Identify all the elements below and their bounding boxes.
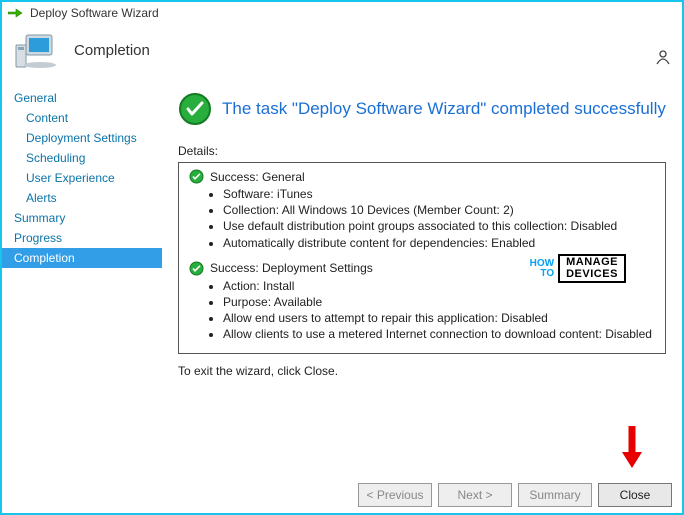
section-heading: Success: Deployment Settings xyxy=(210,261,373,275)
sidebar-item-completion[interactable]: Completion xyxy=(2,248,162,268)
check-icon xyxy=(189,261,204,276)
sidebar-item-content[interactable]: Content xyxy=(2,108,162,128)
details-box[interactable]: Success: General Software: iTunes Collec… xyxy=(178,162,666,354)
section-heading: Success: Application Settings (retrieved… xyxy=(210,353,610,354)
detail-item: Action: Install xyxy=(223,278,655,294)
sidebar-item-alerts[interactable]: Alerts xyxy=(2,188,162,208)
check-icon xyxy=(189,353,204,355)
detail-item: Collection: All Windows 10 Devices (Memb… xyxy=(223,202,655,218)
sidebar-item-user-experience[interactable]: User Experience xyxy=(2,168,162,188)
success-check-icon xyxy=(178,92,212,126)
sidebar-item-deployment-settings[interactable]: Deployment Settings xyxy=(2,128,162,148)
window-title: Deploy Software Wizard xyxy=(30,6,159,20)
wizard-sidebar: General Content Deployment Settings Sche… xyxy=(2,78,162,476)
detail-item: Allow clients to use a metered Internet … xyxy=(223,326,655,342)
details-section-application: Success: Application Settings (retrieved… xyxy=(189,353,655,355)
sidebar-item-summary[interactable]: Summary xyxy=(2,208,162,228)
check-icon xyxy=(189,169,204,184)
detail-item: Purpose: Available xyxy=(223,294,655,310)
section-heading: Success: General xyxy=(210,170,305,184)
red-arrow-annotation xyxy=(620,424,644,473)
page-title: Completion xyxy=(74,42,150,59)
previous-button: < Previous xyxy=(358,483,432,507)
detail-item: Allow end users to attempt to repair thi… xyxy=(223,310,655,326)
exit-instruction: To exit the wizard, click Close. xyxy=(178,364,666,378)
wizard-body: General Content Deployment Settings Sche… xyxy=(2,78,682,476)
sidebar-item-general[interactable]: General xyxy=(2,88,162,108)
sidebar-item-scheduling[interactable]: Scheduling xyxy=(2,148,162,168)
details-label: Details: xyxy=(178,144,666,158)
detail-item: Software: iTunes xyxy=(223,186,655,202)
wizard-arrow-icon xyxy=(8,7,24,19)
titlebar: Deploy Software Wizard xyxy=(2,2,682,24)
success-banner: The task "Deploy Software Wizard" comple… xyxy=(178,92,666,126)
person-icon xyxy=(654,48,672,69)
close-button[interactable]: Close xyxy=(598,483,672,507)
wizard-content: The task "Deploy Software Wizard" comple… xyxy=(162,78,682,476)
wizard-header: Completion xyxy=(2,24,682,78)
wizard-footer: < Previous Next > Summary Close xyxy=(358,483,672,507)
sidebar-item-progress[interactable]: Progress xyxy=(2,228,162,248)
details-section-general: Success: General Software: iTunes Collec… xyxy=(189,169,655,251)
detail-item: Use default distribution point groups as… xyxy=(223,218,655,234)
details-section-deployment: Success: Deployment Settings Action: Ins… xyxy=(189,261,655,343)
detail-item: Automatically distribute content for dep… xyxy=(223,235,655,251)
next-button: Next > xyxy=(438,483,512,507)
summary-button: Summary xyxy=(518,483,592,507)
success-title: The task "Deploy Software Wizard" comple… xyxy=(222,99,666,119)
computer-icon xyxy=(12,31,60,71)
